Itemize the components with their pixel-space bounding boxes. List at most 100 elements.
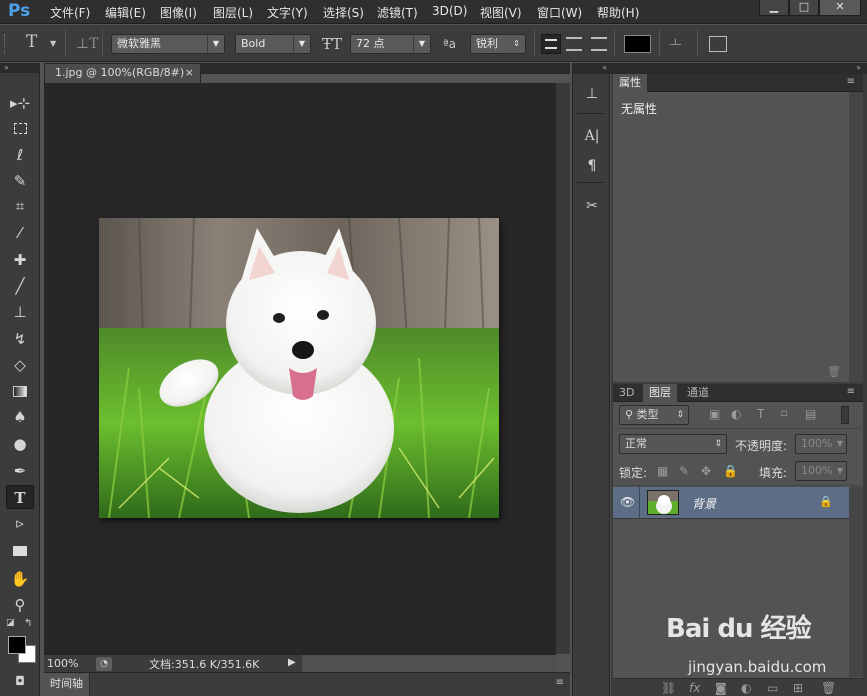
tab-3d[interactable]: 3D <box>613 384 640 402</box>
document-tab[interactable]: 1.jpg @ 100%(RGB/8#) × <box>44 63 201 83</box>
filter-type-icon[interactable]: T <box>757 407 764 421</box>
type-tool-icon[interactable]: T <box>6 485 34 509</box>
status-menu-arrow-icon[interactable]: ▶ <box>288 657 296 668</box>
filter-toggle-switch[interactable] <box>841 406 849 424</box>
new-group-icon[interactable]: ▭ <box>767 681 778 695</box>
foreground-color-swatch[interactable] <box>8 636 26 654</box>
filter-pixel-icon[interactable]: ▣ <box>709 407 720 421</box>
menu-help[interactable]: 帮助(H) <box>597 4 639 21</box>
layers-scrollbar[interactable] <box>849 487 863 677</box>
properties-scrollbar[interactable] <box>849 92 863 382</box>
panel-menu-icon[interactable]: ≡ <box>847 386 855 397</box>
lock-transparency-icon[interactable]: ▦ <box>657 464 668 478</box>
menu-3d[interactable]: 3D(D) <box>432 4 467 18</box>
tab-layers[interactable]: 图层 <box>643 384 677 402</box>
tab-channels[interactable]: 通道 <box>681 384 715 402</box>
pen-tool-icon[interactable]: ✒ <box>6 459 34 483</box>
add-mask-icon[interactable]: ◙ <box>715 681 727 695</box>
menu-layer[interactable]: 图层(L) <box>213 4 253 21</box>
type-tool-preset-icon[interactable]: T <box>26 34 37 51</box>
text-color-swatch[interactable] <box>624 35 651 53</box>
layer-style-icon[interactable]: fx <box>689 681 700 695</box>
blur-tool-icon[interactable]: ♠ <box>6 405 34 429</box>
status-toggle-icon[interactable]: ◔ <box>96 657 112 671</box>
menu-view[interactable]: 视图(V) <box>480 4 522 21</box>
swap-colors-icon[interactable]: ↰ <box>24 618 32 629</box>
path-selection-tool-icon[interactable]: ▹ <box>6 511 34 535</box>
menu-edit[interactable]: 编辑(E) <box>105 4 146 21</box>
marquee-tool-icon[interactable] <box>6 116 34 140</box>
collapse-toolbar-icon[interactable]: » <box>0 63 40 73</box>
opacity-field[interactable]: 100% ▼ <box>795 434 847 454</box>
timeline-tab[interactable]: 时间轴 <box>44 673 90 696</box>
move-tool-icon[interactable]: ▸⊹ <box>6 91 34 115</box>
panel-menu-icon[interactable]: ≡ <box>847 76 855 87</box>
vertical-scrollbar[interactable] <box>556 83 570 654</box>
adjustment-layer-icon[interactable]: ◐ <box>741 681 751 695</box>
blend-mode-select[interactable]: 正常 ⇕ <box>619 434 727 454</box>
horizontal-scrollbar[interactable] <box>302 655 556 672</box>
antialias-select[interactable]: 锐利 ⇕ <box>470 34 526 54</box>
quick-select-tool-icon[interactable]: ✎ <box>6 169 34 193</box>
timeline-icon[interactable]: ▢ <box>0 676 40 687</box>
layer-filter-select[interactable]: ⚲ 类型 ⇕ <box>619 405 689 425</box>
tool-presets-icon[interactable]: ✂ <box>582 196 602 216</box>
lasso-tool-icon[interactable]: ℓ <box>6 143 34 167</box>
crop-tool-icon[interactable]: ⌗ <box>6 194 34 218</box>
menu-file[interactable]: 文件(F) <box>50 4 90 21</box>
menu-filter[interactable]: 滤镜(T) <box>377 4 418 21</box>
trash-icon[interactable]: 🗑 <box>827 365 841 378</box>
default-colors-icon[interactable]: ◪ <box>6 618 15 628</box>
new-layer-icon[interactable]: ⊞ <box>793 681 803 695</box>
font-family-select[interactable]: 微软雅黑 ▼ <box>111 34 225 54</box>
align-center-icon[interactable] <box>566 37 582 51</box>
layer-row[interactable]: 👁 背景 🔒 <box>613 487 849 519</box>
font-size-select[interactable]: 72 点 ▼ <box>350 34 431 54</box>
text-orientation-icon[interactable]: ⊥T <box>76 36 99 52</box>
gradient-tool-icon[interactable] <box>6 379 34 403</box>
filter-adjustment-icon[interactable]: ◐ <box>731 407 741 421</box>
filter-shape-icon[interactable]: ⌑ <box>781 407 787 421</box>
hand-tool-icon[interactable]: ✋ <box>6 567 34 591</box>
delete-layer-icon[interactable]: 🗑 <box>821 681 836 695</box>
eyedropper-tool-icon[interactable]: ⁄ <box>6 221 34 245</box>
menu-window[interactable]: 窗口(W) <box>537 4 582 21</box>
close-window-button[interactable]: ✕ <box>819 0 861 16</box>
menu-select[interactable]: 选择(S) <box>323 4 364 21</box>
tab-properties[interactable]: 属性 <box>613 74 647 92</box>
lock-all-icon[interactable]: 🔒 <box>723 464 738 478</box>
character-panel-icon[interactable]: A| <box>582 126 602 146</box>
canvas-area[interactable] <box>44 83 556 654</box>
dodge-tool-icon[interactable]: ● <box>6 432 34 456</box>
eraser-tool-icon[interactable]: ◇ <box>6 353 34 377</box>
filter-smart-object-icon[interactable]: ▤ <box>805 407 816 421</box>
history-brush-tool-icon[interactable]: ↯ <box>6 327 34 351</box>
healing-brush-tool-icon[interactable]: ✚ <box>6 248 34 272</box>
zoom-tool-icon[interactable]: ⚲ <box>6 593 34 617</box>
lock-pixels-icon[interactable]: ✎ <box>679 464 689 478</box>
expand-panels-icon[interactable]: « <box>572 63 611 74</box>
align-left-button[interactable] <box>541 34 561 54</box>
preset-dropdown-arrow-icon[interactable]: ▼ <box>50 36 56 52</box>
maximize-button[interactable]: □ <box>789 0 819 16</box>
brush-tool-icon[interactable]: ╱ <box>6 274 34 298</box>
rectangle-tool-icon[interactable] <box>6 538 34 562</box>
collapse-panels-icon[interactable]: » <box>611 63 867 74</box>
lock-position-icon[interactable]: ✥ <box>701 464 711 478</box>
panel-menu-icon[interactable]: ≡ <box>556 677 564 688</box>
visibility-eye-icon[interactable]: 👁 <box>620 495 635 509</box>
minimize-button[interactable]: ▁ <box>759 0 789 16</box>
close-tab-icon[interactable]: × <box>185 64 194 82</box>
zoom-level[interactable]: 100% <box>47 657 89 671</box>
character-panel-icon[interactable] <box>709 36 727 52</box>
fill-field[interactable]: 100% ▼ <box>795 461 847 481</box>
warp-text-icon[interactable]: ㅗ <box>669 36 682 52</box>
link-layers-icon[interactable]: ⛓ <box>661 681 676 695</box>
paragraph-panel-icon[interactable]: ¶ <box>582 156 602 176</box>
font-style-select[interactable]: Bold ▼ <box>235 34 311 54</box>
clone-stamp-tool-icon[interactable]: ⊥ <box>6 300 34 324</box>
menu-type[interactable]: 文字(Y) <box>267 4 308 21</box>
clone-source-icon[interactable]: ⊥ <box>582 84 602 104</box>
menu-image[interactable]: 图像(I) <box>160 4 197 21</box>
align-right-icon[interactable] <box>591 37 607 51</box>
